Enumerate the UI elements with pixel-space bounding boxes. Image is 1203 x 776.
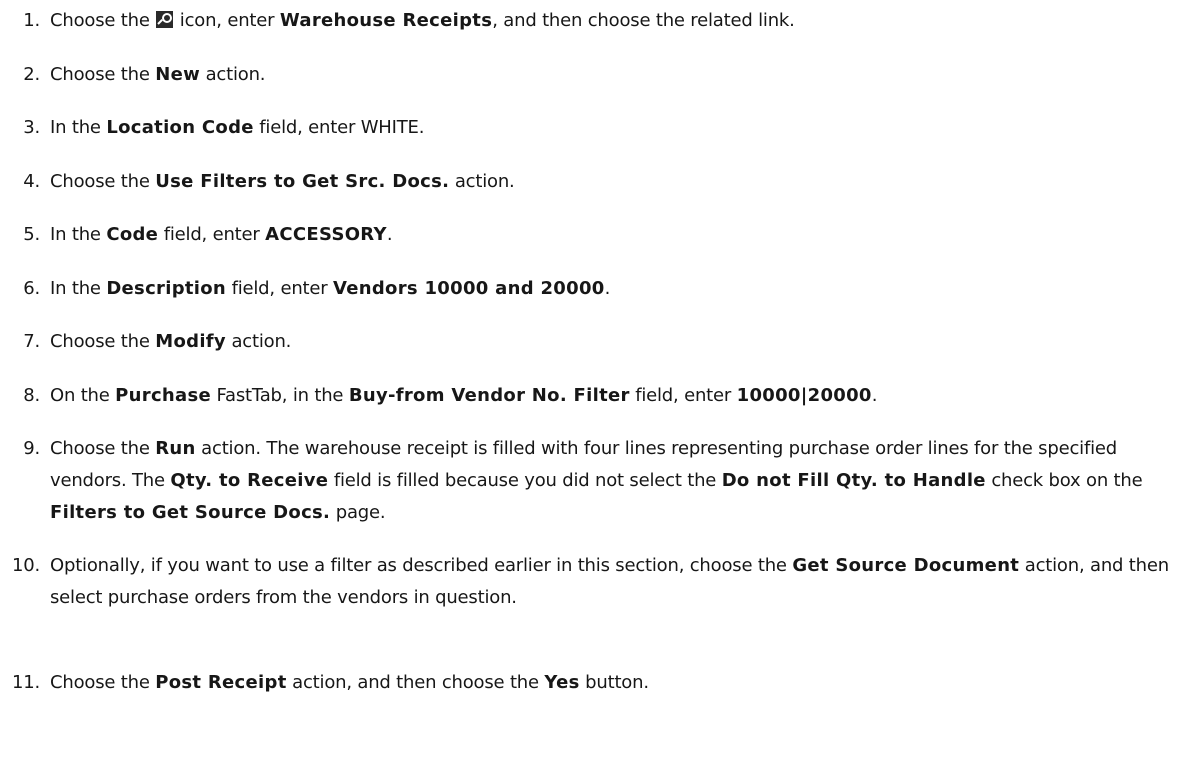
ui-term: Use Filters to Get Src. Docs. bbox=[155, 171, 450, 192]
step-text-run: field, enter WHITE. bbox=[253, 117, 425, 138]
step-text: Choose the icon, enter Warehouse Receipt… bbox=[50, 5, 1190, 37]
ui-term: Location Code bbox=[106, 117, 254, 138]
ui-term: Description bbox=[106, 278, 227, 299]
ui-term: Filters to Get Source Docs. bbox=[50, 502, 331, 523]
step-text-run: On the bbox=[50, 385, 116, 406]
step-text-run: check box on the bbox=[985, 470, 1143, 491]
step-text: In the Location Code field, enter WHITE. bbox=[50, 112, 1190, 144]
step-text-run: Choose the bbox=[50, 171, 156, 192]
step-text-run: action. bbox=[449, 171, 515, 192]
ui-term: Code bbox=[106, 224, 159, 245]
step-text-run: . bbox=[386, 224, 393, 245]
step-text-run: In the bbox=[50, 278, 107, 299]
step-text: Choose the Post Receipt action, and then… bbox=[50, 667, 1190, 699]
step-text-run: , and then choose the related link. bbox=[492, 10, 795, 31]
step-text-run: Optionally, if you want to use a filter … bbox=[50, 555, 793, 576]
step-number: 1. bbox=[23, 10, 40, 31]
step-text-run: Choose the bbox=[50, 10, 156, 31]
ui-term: Purchase bbox=[115, 385, 212, 406]
step-text-run: In the bbox=[50, 117, 107, 138]
step-text-run: In the bbox=[50, 224, 107, 245]
step-text: Optionally, if you want to use a filter … bbox=[50, 550, 1190, 614]
step-number: 6. bbox=[23, 278, 40, 299]
step-text-run: Choose the bbox=[50, 672, 156, 693]
step-number: 11. bbox=[11, 672, 40, 693]
step-text-run: action. bbox=[225, 331, 292, 352]
step-number: 9. bbox=[23, 438, 40, 459]
ui-term: Get Source Document bbox=[792, 555, 1020, 576]
step-text-run: Choose the bbox=[50, 64, 156, 85]
step-text-run: action, and then choose the bbox=[286, 672, 545, 693]
ui-term: Modify bbox=[155, 331, 226, 352]
step-text-run: . bbox=[604, 278, 611, 299]
step-text-run: field, enter bbox=[629, 385, 737, 406]
step-text: Choose the New action. bbox=[50, 59, 1190, 91]
ui-term: New bbox=[155, 64, 201, 85]
ui-term: 10000|20000 bbox=[736, 385, 872, 406]
ui-term: Qty. to Receive bbox=[170, 470, 329, 491]
step-number: 3. bbox=[23, 117, 40, 138]
step-text-run: field, enter bbox=[226, 278, 333, 299]
ui-term: ACCESSORY bbox=[265, 224, 387, 245]
step-text: In the Description field, enter Vendors … bbox=[50, 273, 1190, 305]
step-text: Choose the Use Filters to Get Src. Docs.… bbox=[50, 166, 1190, 198]
step-text: On the Purchase FastTab, in the Buy-from… bbox=[50, 380, 1190, 412]
step-number: 5. bbox=[23, 224, 40, 245]
ui-term: Vendors 10000 and 20000 bbox=[333, 278, 605, 299]
step-number: 7. bbox=[23, 331, 40, 352]
ui-term: Yes bbox=[544, 672, 580, 693]
step-text: In the Code field, enter ACCESSORY. bbox=[50, 219, 1190, 251]
ui-term: Warehouse Receipts bbox=[279, 10, 493, 31]
step-text-run: . bbox=[871, 385, 878, 406]
step-number: 4. bbox=[23, 171, 40, 192]
step-text: Choose the Run action. The warehouse rec… bbox=[50, 433, 1190, 529]
ui-term: Buy-from Vendor No. Filter bbox=[348, 385, 630, 406]
step-text-run: field, enter bbox=[158, 224, 266, 245]
step-text-run: button. bbox=[579, 672, 649, 693]
ui-term: Post Receipt bbox=[155, 672, 287, 693]
step-text-run: field is filled because you did not sele… bbox=[328, 470, 722, 491]
step-text-run: Choose the bbox=[50, 331, 156, 352]
step-text-run: FastTab, in the bbox=[211, 385, 349, 406]
step-text-run: action. bbox=[200, 64, 266, 85]
ui-term: Run bbox=[155, 438, 196, 459]
step-number: 8. bbox=[23, 385, 40, 406]
search-icon bbox=[156, 11, 174, 28]
step-text-run: icon, enter bbox=[174, 10, 280, 31]
step-number: 10. bbox=[11, 555, 40, 576]
step-text-run: Choose the bbox=[50, 438, 156, 459]
ui-term: Do not Fill Qty. to Handle bbox=[721, 470, 986, 491]
step-number: 2. bbox=[23, 64, 40, 85]
procedure-steps: 1. Choose the icon, enter Warehouse Recei… bbox=[0, 0, 1203, 776]
step-text: Choose the Modify action. bbox=[50, 326, 1190, 358]
step-text-run: page. bbox=[330, 502, 386, 523]
